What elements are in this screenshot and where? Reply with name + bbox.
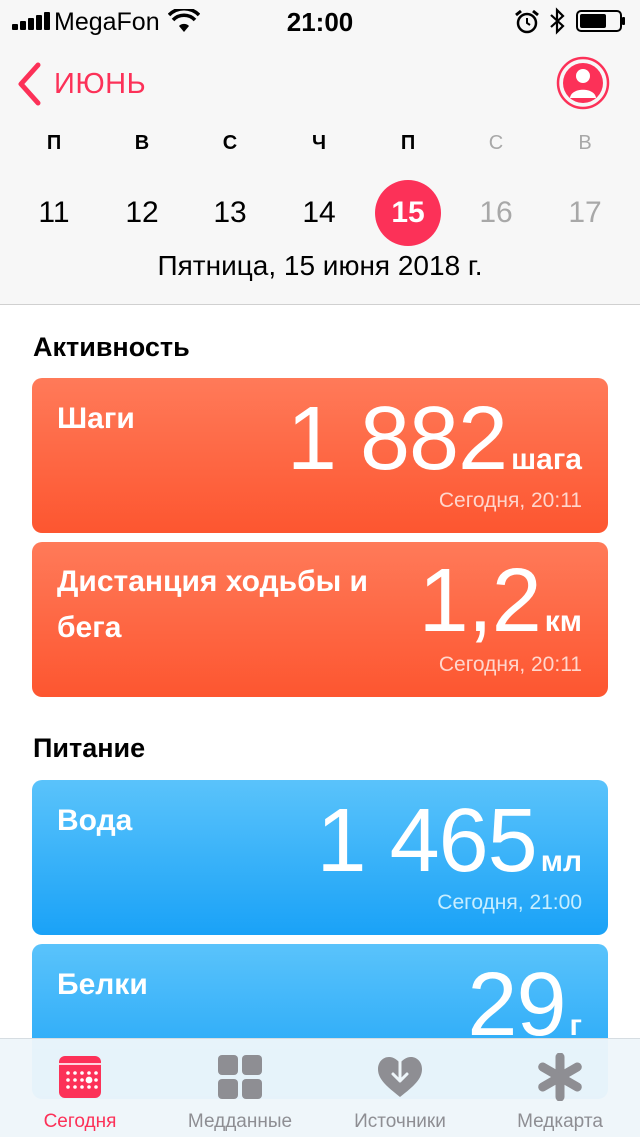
tab-sources[interactable]: Источники: [320, 1039, 480, 1137]
protein-label: Белки: [57, 968, 148, 1001]
water-card[interactable]: Вода 1 465 мл Сегодня, 21:00: [32, 780, 608, 935]
tab-medical-id[interactable]: Медкарта: [480, 1039, 640, 1137]
distance-value-group: 1,2 км: [419, 550, 582, 653]
chevron-left-icon: [18, 62, 41, 106]
water-value: 1 465: [316, 791, 538, 891]
weekday-thu: Ч: [311, 132, 327, 154]
distance-unit: км: [544, 605, 582, 638]
day-11[interactable]: 11: [10, 180, 98, 246]
tab-sources-label: Источники: [354, 1111, 446, 1132]
water-timestamp: Сегодня, 21:00: [437, 891, 582, 914]
steps-value: 1 882: [286, 389, 508, 489]
day-12[interactable]: 12: [98, 180, 186, 246]
tab-today-label: Сегодня: [43, 1111, 117, 1132]
day-13[interactable]: 13: [186, 180, 274, 246]
distance-card[interactable]: Дистанция ходьбы и бега 1,2 км Сегодня, 2…: [32, 542, 608, 697]
distance-label: Дистанция ходьбы и бега: [57, 565, 369, 644]
bluetooth-icon: [550, 7, 565, 35]
distance-value: 1,2: [418, 551, 542, 651]
tab-today[interactable]: Сегодня: [0, 1039, 160, 1137]
weekday-mon: П: [46, 132, 62, 154]
distance-timestamp: Сегодня, 20:11: [438, 653, 582, 676]
grid-icon: [218, 1055, 262, 1099]
tab-medical-id-label: Медкарта: [517, 1111, 603, 1132]
tab-bar: Сегодня Медданные Источники Медкарта: [0, 1038, 640, 1137]
steps-unit: шага: [511, 443, 582, 476]
status-bar: MegaFon 21:00: [0, 0, 640, 40]
weekday-wed: С: [222, 132, 238, 154]
steps-card[interactable]: Шаги 1 882 шага Сегодня, 20:11: [32, 378, 608, 533]
day-14[interactable]: 14: [275, 180, 363, 246]
tab-health-data[interactable]: Медданные: [160, 1039, 320, 1137]
back-to-month-button[interactable]: ИЮНЬ: [16, 62, 146, 106]
asterisk-icon: [538, 1053, 582, 1101]
weekday-sun: В: [578, 132, 592, 154]
selected-date-title: Пятница, 15 июня 2018 г.: [157, 250, 483, 281]
weekday-sat: С: [488, 132, 504, 154]
alarm-icon: [515, 9, 539, 34]
water-unit: мл: [540, 845, 582, 878]
weekday-fri: П: [400, 132, 416, 154]
day-16[interactable]: 16: [452, 180, 540, 246]
day-17[interactable]: 17: [541, 180, 629, 246]
clock: 21:00: [286, 7, 354, 37]
calendar-header: ИЮНЬ П В С Ч П С В 11 12 13 14 15 16 17 …: [0, 40, 640, 305]
battery-icon: [576, 10, 625, 32]
profile-button[interactable]: [556, 56, 610, 110]
section-title-activity: Активность: [33, 332, 190, 362]
steps-value-group: 1 882 шага: [287, 388, 582, 491]
selected-day-label: 15: [375, 180, 441, 246]
steps-timestamp: Сегодня, 20:11: [438, 489, 582, 512]
section-title-nutrition: Питание: [33, 733, 146, 763]
heart-download-icon: [378, 1057, 422, 1097]
tab-health-data-label: Медданные: [187, 1111, 293, 1132]
day-15-selected[interactable]: 15: [364, 180, 452, 246]
water-value-group: 1 465 мл: [317, 790, 582, 893]
calendar-icon: [59, 1056, 101, 1098]
weekday-tue: В: [134, 132, 150, 154]
month-label: ИЮНЬ: [54, 67, 147, 100]
